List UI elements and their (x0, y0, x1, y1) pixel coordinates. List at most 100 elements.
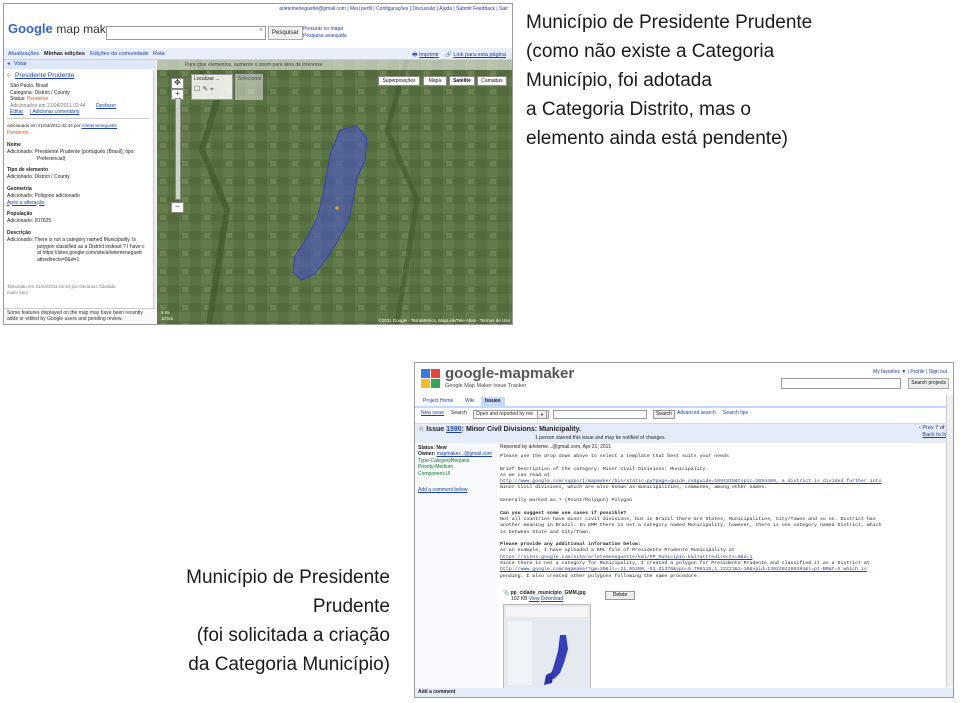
description-line: Adicionado: There is not a category name… (7, 237, 137, 243)
tab-my-edits[interactable]: Minhas edições (44, 51, 85, 57)
issue-number-link[interactable]: 1590 (446, 426, 462, 433)
added-by-prefix: Adicionado em 21/04/2011 02:44 por (7, 123, 82, 128)
issue-search-input[interactable] (553, 410, 647, 419)
map-scale: 5 mi 10 km (161, 310, 173, 322)
caption-top: Município de Presidente Prudente (como n… (526, 8, 956, 153)
pin-icon: ⚲ (7, 73, 11, 79)
description-section-title: Descrição (7, 230, 31, 236)
panel-header-label[interactable]: Votar (14, 61, 27, 67)
caption-bottom-line: Prudente (312, 596, 390, 617)
panel-header: ◂ Votar (4, 60, 156, 69)
zoom-slider[interactable] (175, 98, 181, 200)
satellite-map[interactable]: Para criar elementos, aumente o zoom par… (157, 60, 512, 324)
tab-issues[interactable]: Issues (481, 397, 505, 406)
advanced-search-link[interactable]: Advanced search (677, 408, 716, 419)
added-by-user[interactable]: Arletemeneguette (81, 123, 117, 128)
issue-meta: Status: New Owner: mapmaker...@gmail.com… (415, 443, 497, 691)
add-comment-bar[interactable]: Add a comment (415, 688, 953, 697)
map-search-button[interactable]: Pesquisar (268, 26, 303, 40)
map-search-input[interactable]: × (106, 26, 266, 40)
search-tips-link[interactable]: Search tips (723, 408, 748, 419)
page-scrollbar[interactable] (946, 395, 953, 687)
description-line: polygon classified as a District instead… (37, 243, 145, 250)
issue-search-button[interactable]: Search (653, 410, 675, 419)
owner-label: Owner: (418, 451, 437, 458)
caption-top-line: elemento ainda está pendente) (526, 128, 788, 149)
feature-name[interactable]: Presidente Prudente (15, 72, 74, 79)
search-map-link[interactable]: Procurar no mapa (303, 26, 347, 33)
tab-route[interactable]: Rota (153, 51, 165, 57)
undo-link[interactable]: Desfazer (96, 103, 116, 109)
name-section-title: Nome (7, 142, 21, 148)
advanced-search-link[interactable]: Pesquisa avançada (303, 33, 347, 40)
user-links[interactable]: arletemeneguette@gmail.com | Meu perfil … (279, 6, 508, 12)
back-to-list-link[interactable]: Back to list (922, 432, 949, 438)
select-toolbox[interactable]: Selecionar (235, 74, 263, 100)
tab-updates[interactable]: Atualizações (8, 51, 39, 57)
attachment-size: 102 KB (511, 596, 528, 602)
name-added-cont: Preferencial) (37, 155, 66, 162)
issue-component-label[interactable]: Component-UI (418, 471, 494, 477)
map-type-map[interactable]: Mapa (423, 76, 447, 86)
owner-link[interactable]: mapmaker...@gmail.com (437, 451, 492, 457)
issue-description: Please use the drop down above to select… (500, 454, 940, 580)
printer-icon: 🖶 (412, 52, 418, 58)
description-line: attredirects=0&d=1 (37, 256, 80, 263)
issue-header: ☆ Issue 1590: Minor Civil Divisions: Mun… (415, 423, 953, 443)
zoom-out-button[interactable]: − (171, 202, 184, 213)
print-link[interactable]: Imprimir (419, 52, 439, 58)
map-disclaimer: Some features displayed on the map may h… (4, 308, 156, 324)
caption-top-line: Município de Presidente Prudente (526, 12, 813, 33)
prev-link[interactable]: ‹ Prev (919, 425, 934, 431)
issue-title-text: : Minor Civil Divisions: Municipality. (461, 426, 581, 433)
toolbox-tools-icon[interactable]: ☐ ✎ ⌖ (192, 83, 232, 96)
tab-wiki[interactable]: Wiki (461, 397, 478, 406)
description-line: pending. I also created other polygons f… (500, 573, 700, 579)
star-icon[interactable]: ☆ (418, 426, 424, 433)
star-count: 1 person starred this issue and may be n… (535, 435, 666, 441)
caption-bottom-line: (foi solicitada a criação (196, 625, 390, 646)
map-type-overlays[interactable]: Superposições (378, 76, 420, 86)
attachment-view-link[interactable]: View (529, 596, 540, 602)
attachment-thumbnail[interactable] (503, 604, 591, 692)
map-toolbox[interactable]: Localizar ... ☐ ✎ ⌖ (191, 74, 233, 100)
status-value: Pendente (26, 96, 49, 102)
new-issue-link[interactable]: New issue (421, 408, 444, 419)
attachment-download-link[interactable]: Download (541, 596, 563, 602)
project-search-input[interactable] (781, 378, 901, 389)
map-copyright: ©2011 Google - TerraMetrics, MapLink/Tel… (378, 318, 510, 323)
clear-icon[interactable]: × (259, 27, 263, 34)
comment-text: muito bem (7, 290, 29, 295)
add-comment-below-link[interactable]: Add a comment below (418, 487, 494, 493)
zoom-control[interactable]: ✥ + − (171, 78, 184, 216)
page-link[interactable]: Link para esta página (453, 52, 506, 58)
geometry-after-link[interactable]: Após a alteração (7, 200, 45, 206)
caption-bottom: Município de Presidente Prudente (foi so… (130, 563, 390, 679)
caption-top-line: Município, foi adotada (526, 70, 712, 91)
caption-bottom-line: da Categoria Município) (188, 654, 390, 675)
tracker-logo[interactable]: google-mapmaker (445, 365, 574, 382)
mapmaker-screenshot: arletemeneguette@gmail.com | Meu perfil … (3, 3, 513, 325)
tracker-top-links[interactable]: My favorites ▼ | Profile | Sign out (873, 369, 947, 375)
chevron-down-icon[interactable]: ▼ (537, 410, 547, 419)
delete-attachment-button[interactable]: Delete (605, 591, 635, 600)
issue-title: ☆ Issue 1590: Minor Civil Divisions: Mun… (418, 425, 581, 433)
edit-link[interactable]: Editar (10, 109, 23, 115)
map-type-satellite[interactable]: Satélite (449, 76, 475, 86)
description-line: another meaning in Brazil. In GMM there … (500, 523, 882, 529)
added-by: Adicionado em 21/04/2011 02:44 por Arlet… (7, 123, 117, 129)
issue-tracker-screenshot: google-mapmaker Google Map Maker Issue T… (414, 362, 954, 698)
map-type-layers[interactable]: Camadas (477, 76, 507, 86)
search-projects-button[interactable]: Search projects (908, 378, 949, 389)
tab-community-edits[interactable]: Edições da comunidade (90, 51, 149, 57)
type-section-title: Tipo de elemento (7, 167, 49, 173)
divider (7, 118, 150, 119)
toolbox-label: Localizar ... (194, 76, 220, 82)
pan-icon[interactable]: ✥ (171, 78, 184, 89)
geometry-section-title: Geometria (7, 186, 32, 192)
geometry-added: Adicionado: Polígono adicionado (7, 193, 80, 199)
back-arrow-icon[interactable]: ◂ (7, 61, 10, 67)
add-comment-link[interactable]: | Adicionar comentário (30, 109, 79, 115)
tab-project-home[interactable]: Project Home (419, 397, 457, 406)
caption-bottom-line: Município de Presidente (186, 567, 390, 588)
